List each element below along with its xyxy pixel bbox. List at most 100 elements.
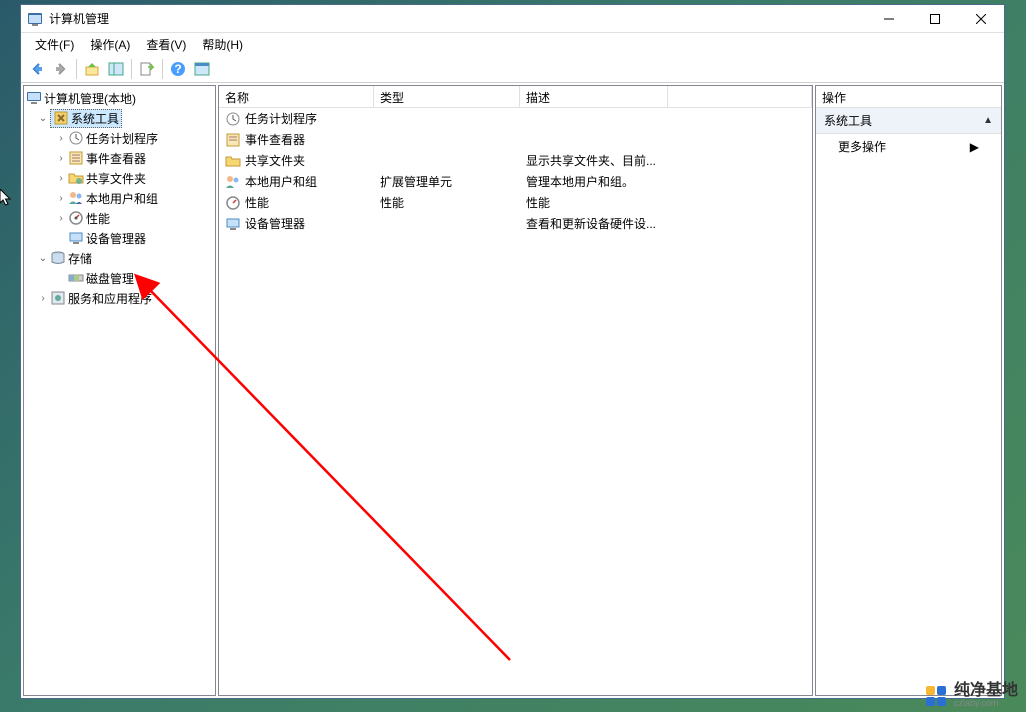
event-icon [225,132,241,148]
list-row[interactable]: 事件查看器 [219,129,812,150]
tree-label: 计算机管理(本地) [44,90,136,107]
tree-system-tools[interactable]: ⌄ 系统工具 [24,108,215,128]
users-icon [68,190,84,206]
action-pane-title: 操作 [816,86,1001,108]
performance-icon [68,210,84,226]
disk-icon [68,270,84,286]
tree-storage[interactable]: ⌄ 存储 [24,248,215,268]
expand-icon[interactable]: › [54,133,68,144]
collapse-icon[interactable]: ⌄ [36,113,50,124]
list-cell-desc: 查看和更新设备硬件设... [520,215,668,232]
tree-root[interactable]: 计算机管理(本地) [24,88,215,108]
event-icon [68,150,84,166]
up-button[interactable] [81,58,103,80]
help-button[interactable]: ? [167,58,189,80]
tree-pane[interactable]: 计算机管理(本地) ⌄ 系统工具 › 任务计划程序 › 事件查看器 › [23,85,216,696]
export-button[interactable] [136,58,158,80]
list-cell-desc: 显示共享文件夹、目前... [520,152,668,169]
chevron-up-icon: ▲ [983,115,993,126]
menu-action[interactable]: 操作(A) [82,33,138,56]
tree-label: 事件查看器 [86,150,146,167]
tree-shared-folders[interactable]: › 共享文件夹 [24,168,215,188]
list-row[interactable]: 共享文件夹 显示共享文件夹、目前... [219,150,812,171]
watermark-main: 纯净基地 [954,683,1018,699]
tree-label: 性能 [86,210,110,227]
close-button[interactable] [958,5,1004,33]
tree-label: 存储 [68,250,92,267]
forward-button[interactable] [50,58,72,80]
app-icon [27,11,43,27]
clock-icon [225,111,241,127]
toolbar: ? [21,55,1004,83]
tree-performance[interactable]: › 性能 [24,208,215,228]
shared-folder-icon [225,153,241,169]
tree-label: 任务计划程序 [86,130,158,147]
show-hide-button[interactable] [105,58,127,80]
device-icon [68,230,84,246]
tree-disk-management[interactable]: 磁盘管理 [24,268,215,288]
action-section-label: 系统工具 [824,112,872,129]
tree-label: 本地用户和组 [86,190,158,207]
tree-services-apps[interactable]: › 服务和应用程序 [24,288,215,308]
device-icon [225,216,241,232]
maximize-button[interactable] [912,5,958,33]
menu-help[interactable]: 帮助(H) [194,33,251,56]
menu-view[interactable]: 查看(V) [138,33,194,56]
list-cell-desc: 管理本地用户和组。 [520,173,668,190]
services-icon [50,290,66,306]
chevron-right-icon: ▶ [970,140,979,154]
tree-task-scheduler[interactable]: › 任务计划程序 [24,128,215,148]
header-empty[interactable] [668,86,812,107]
list-cell-name: 事件查看器 [245,131,305,148]
back-button[interactable] [26,58,48,80]
view-icons-button[interactable] [191,58,213,80]
expand-icon[interactable]: › [36,293,50,304]
expand-icon[interactable]: › [54,153,68,164]
main-window: 计算机管理 文件(F) 操作(A) 查看(V) 帮助(H) ? 计算机管理(本 [20,4,1005,699]
users-icon [225,174,241,190]
window-controls [866,5,1004,33]
list-body[interactable]: 任务计划程序 事件查看器 共享文件夹 显示共享文件夹、目前... 本地用户和组 … [219,108,812,695]
expand-icon[interactable]: › [54,173,68,184]
svg-text:?: ? [174,62,181,76]
header-name[interactable]: 名称 [219,86,374,107]
collapse-icon[interactable]: ⌄ [36,253,50,264]
minimize-button[interactable] [866,5,912,33]
clock-icon [68,130,84,146]
menubar: 文件(F) 操作(A) 查看(V) 帮助(H) [21,33,1004,55]
expand-icon[interactable]: › [54,213,68,224]
tree-event-viewer[interactable]: › 事件查看器 [24,148,215,168]
list-row[interactable]: 设备管理器 查看和更新设备硬件设... [219,213,812,234]
list-row[interactable]: 任务计划程序 [219,108,812,129]
action-section-header[interactable]: 系统工具 ▲ [816,108,1001,134]
expand-icon[interactable]: › [54,193,68,204]
tree-device-manager[interactable]: 设备管理器 [24,228,215,248]
list-cell-type: 扩展管理单元 [374,173,520,190]
header-desc[interactable]: 描述 [520,86,668,107]
list-header: 名称 类型 描述 [219,86,812,108]
action-more[interactable]: 更多操作 ▶ [816,134,1001,159]
list-cell-name: 性能 [245,194,269,211]
mouse-cursor-icon [0,189,12,207]
list-row[interactable]: 性能 性能 性能 [219,192,812,213]
list-cell-name: 设备管理器 [245,215,305,232]
toolbar-separator [131,59,132,79]
shared-folder-icon [68,170,84,186]
action-pane: 操作 系统工具 ▲ 更多操作 ▶ [815,85,1002,696]
tree-label: 共享文件夹 [86,170,146,187]
toolbar-separator [76,59,77,79]
watermark-sub: czlaby.com [954,699,1018,708]
computer-icon [26,90,42,106]
list-row[interactable]: 本地用户和组 扩展管理单元 管理本地用户和组。 [219,171,812,192]
list-cell-name: 共享文件夹 [245,152,305,169]
window-title: 计算机管理 [49,10,866,27]
list-cell-name: 本地用户和组 [245,173,317,190]
performance-icon [225,195,241,211]
titlebar[interactable]: 计算机管理 [21,5,1004,33]
tree-label: 系统工具 [71,110,119,127]
header-type[interactable]: 类型 [374,86,520,107]
menu-file[interactable]: 文件(F) [27,33,82,56]
tools-icon [53,110,69,126]
tree-local-users[interactable]: › 本地用户和组 [24,188,215,208]
tree-label: 磁盘管理 [86,270,134,287]
